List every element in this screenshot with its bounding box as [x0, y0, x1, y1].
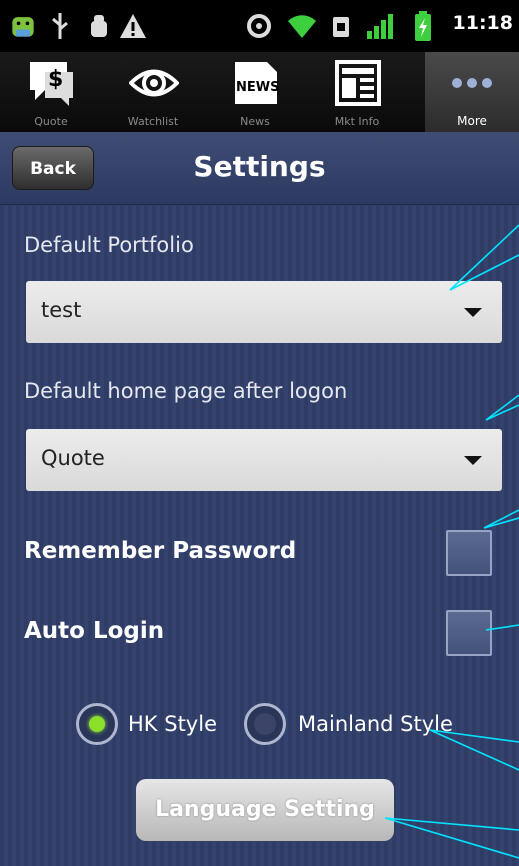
- annotation-lines: [384, 224, 519, 859]
- annotation-line: [449, 224, 519, 291]
- annotation-line: [485, 624, 519, 631]
- annotation-line: [449, 254, 519, 291]
- phone-screen: 11:18 $ Quote Watchlist NEWS News Mkt In…: [0, 0, 519, 866]
